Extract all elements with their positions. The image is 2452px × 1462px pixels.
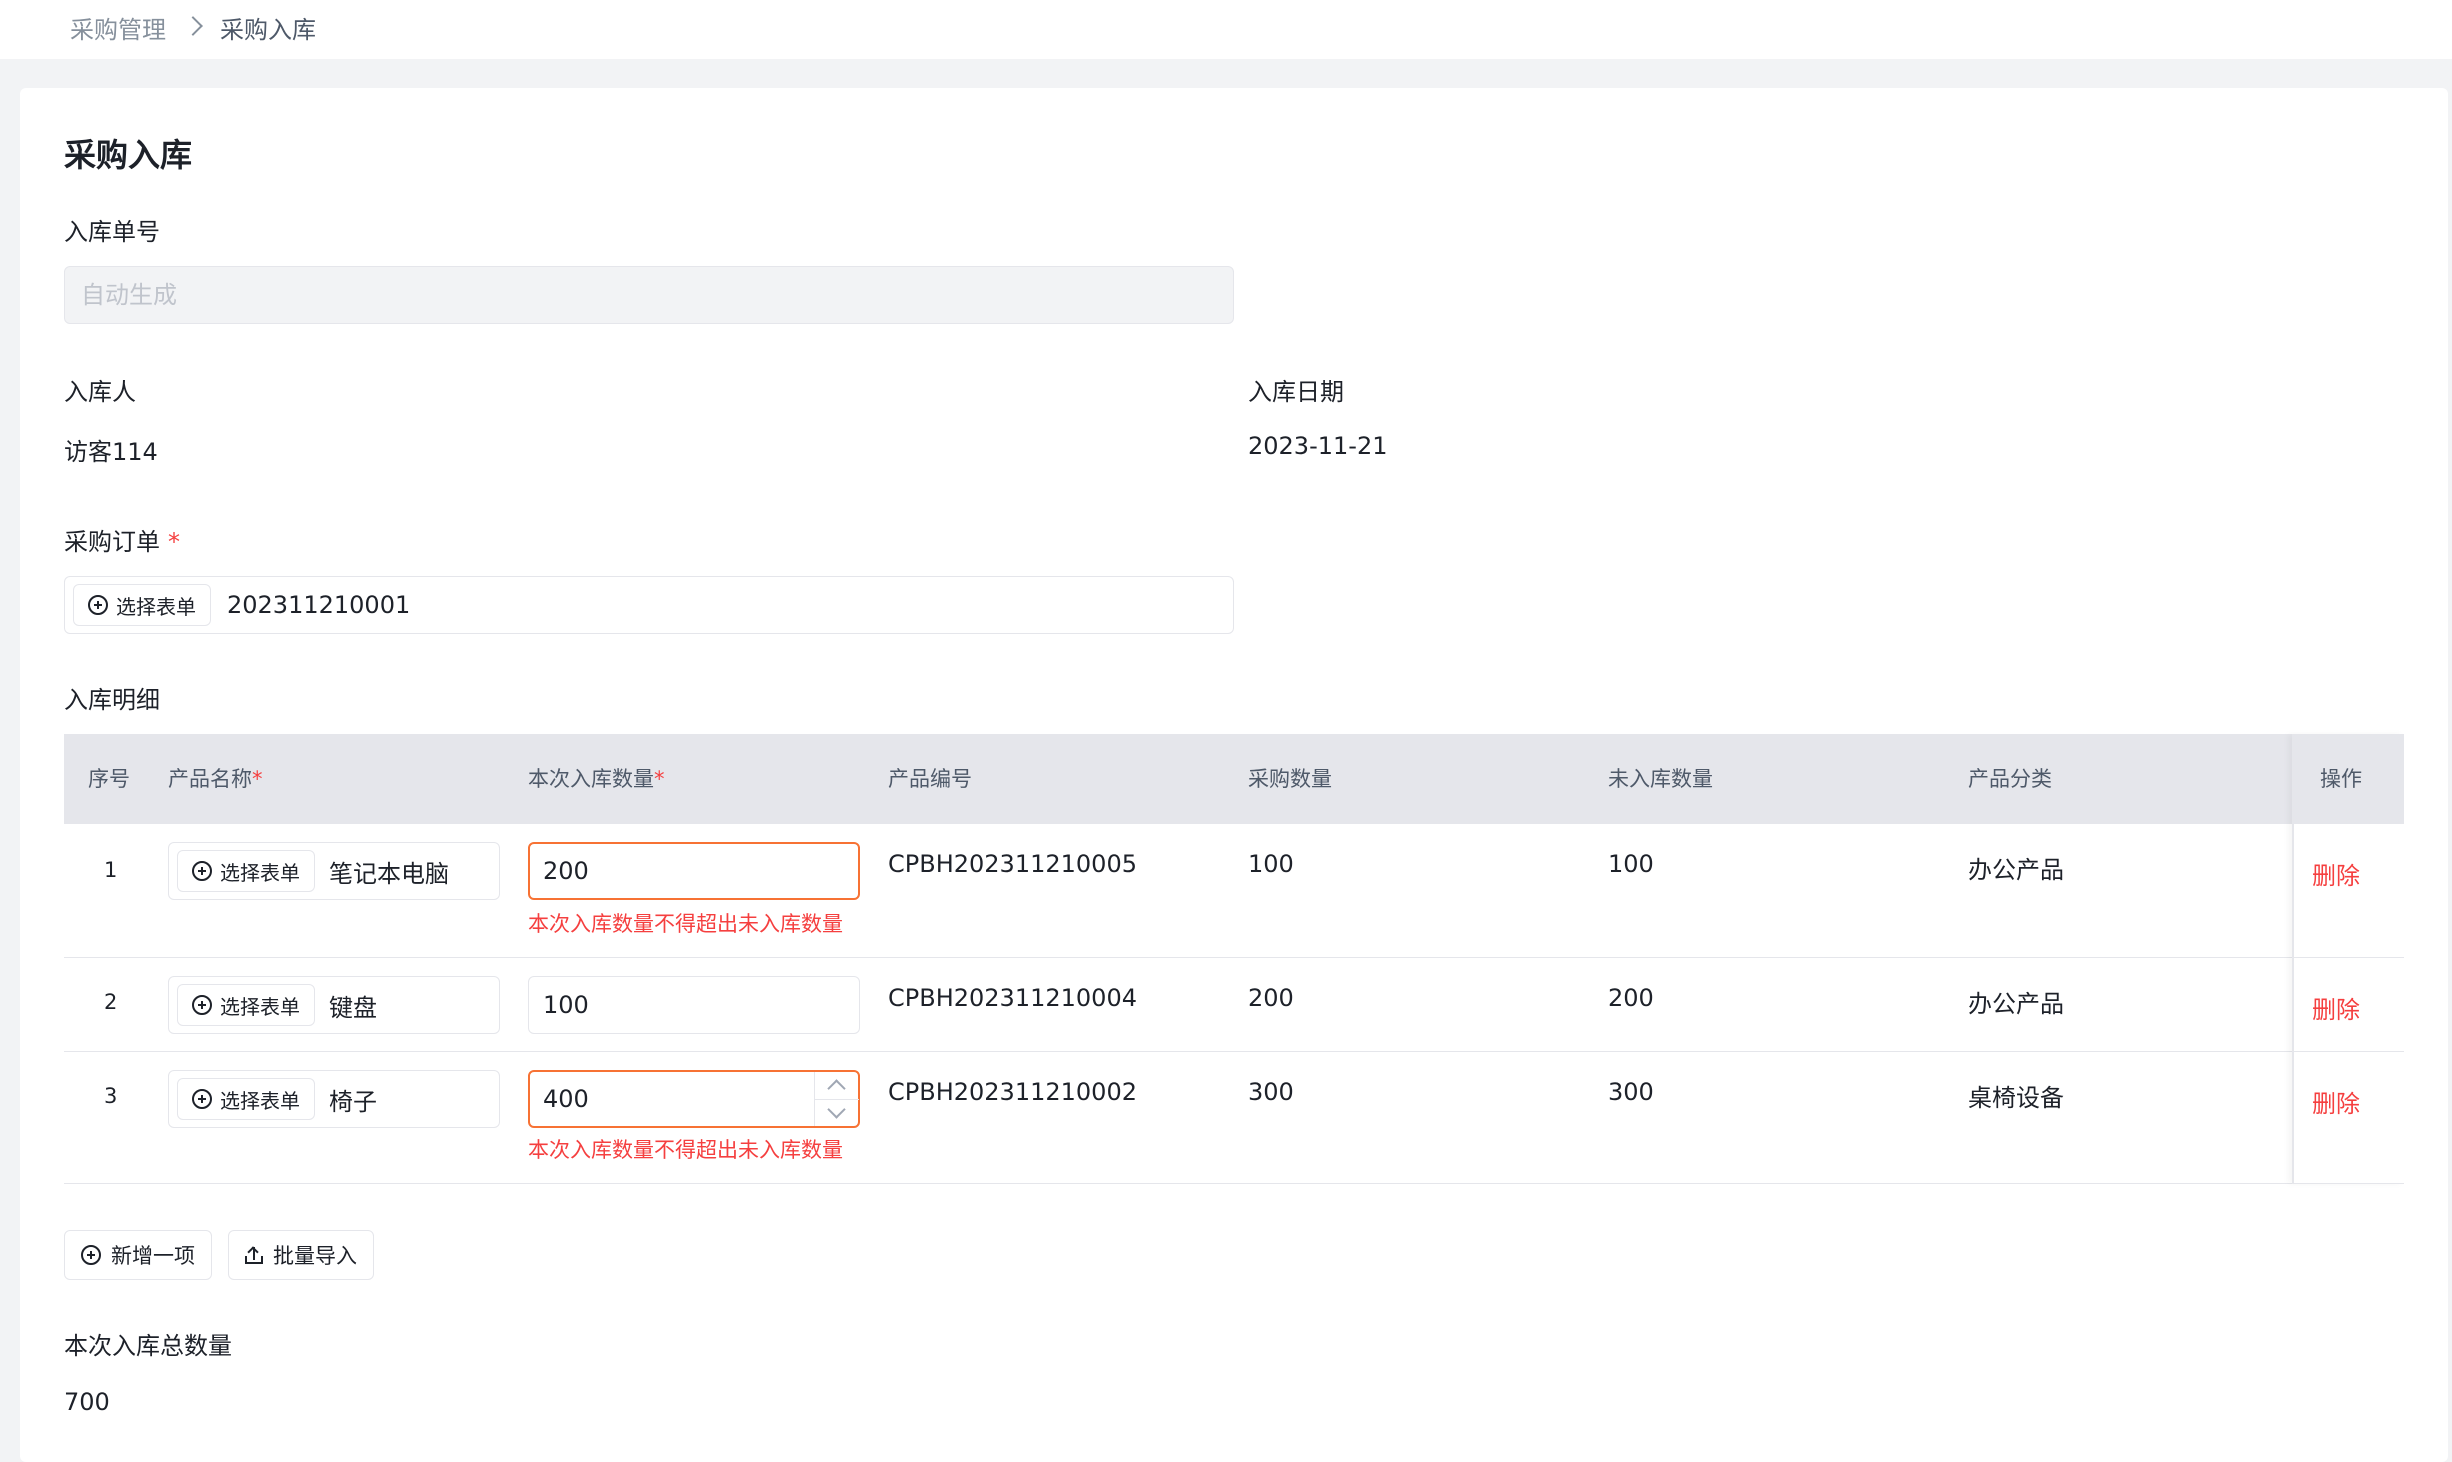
pending-qty: 200	[1608, 984, 1654, 1012]
purchase-qty: 200	[1248, 984, 1294, 1012]
th-purchase-qty: 采购数量	[1248, 767, 1332, 791]
product-category: 桌椅设备	[1968, 1084, 2064, 1112]
product-name-field: 选择表单 椅子	[168, 1070, 500, 1128]
purchase-order-label-text: 采购订单	[64, 528, 160, 556]
th-qty: 本次入库数量*	[528, 734, 665, 824]
required-mark: *	[654, 767, 665, 791]
row-index: 2	[104, 990, 118, 1014]
breadcrumb-parent[interactable]: 采购管理	[70, 10, 166, 45]
stepper-up-button[interactable]	[815, 1072, 859, 1099]
chevron-up-icon	[827, 1079, 846, 1098]
select-product-button-label: 选择表单	[220, 1088, 300, 1113]
purchase-order-value: 202311210001	[227, 591, 411, 619]
top-bar: 采购管理 采购入库	[0, 0, 2452, 59]
select-order-button[interactable]: 选择表单	[73, 584, 211, 626]
qty-input-value: 400	[543, 1085, 589, 1113]
select-order-button-label: 选择表单	[116, 594, 196, 619]
total-qty-label: 本次入库总数量	[64, 1332, 232, 1360]
th-code: 产品编号	[888, 767, 972, 791]
operator-value: 访客114	[64, 438, 158, 466]
date-label: 入库日期	[1248, 378, 1344, 406]
select-product-button[interactable]: 选择表单	[177, 984, 315, 1026]
plus-circle-icon	[192, 1089, 212, 1109]
qty-input[interactable]: 200	[528, 842, 860, 900]
product-code: CPBH202311210005	[888, 850, 1137, 878]
batch-import-button-label: 批量导入	[273, 1244, 357, 1268]
purchase-order-field: 选择表单 202311210001	[64, 576, 1234, 634]
row-index: 1	[104, 858, 118, 882]
qty-error-message: 本次入库数量不得超出未入库数量	[528, 912, 843, 936]
stepper-down-button[interactable]	[815, 1099, 859, 1126]
th-index: 序号	[88, 767, 130, 791]
pending-qty: 100	[1608, 850, 1654, 878]
select-product-button-label: 选择表单	[220, 860, 300, 885]
th-category: 产品分类	[1968, 767, 2052, 791]
select-product-button[interactable]: 选择表单	[177, 850, 315, 892]
plus-circle-icon	[81, 1245, 101, 1265]
form-card: 采购入库 入库单号 自动生成 入库人 访客114 入库日期 2023-11-21…	[20, 88, 2448, 1462]
select-product-button[interactable]: 选择表单	[177, 1078, 315, 1120]
details-label: 入库明细	[64, 686, 160, 714]
add-item-button-label: 新增一项	[111, 1244, 195, 1268]
table-row: 2 选择表单 键盘 100 CPBH202311210004 200 200 办…	[64, 958, 2404, 1052]
purchase-qty: 300	[1248, 1078, 1294, 1106]
table-row: 3 选择表单 椅子 400 本次入库数量不得超出未入库数量 CPBH202311…	[64, 1052, 2404, 1184]
qty-error-message: 本次入库数量不得超出未入库数量	[528, 1138, 843, 1162]
upload-icon	[245, 1246, 263, 1264]
purchase-order-label: 采购订单 *	[64, 522, 180, 557]
table-header: 序号 产品名称* 本次入库数量* 产品编号 采购数量 未入库数量 产品分类 操作	[64, 734, 2404, 824]
pending-qty: 300	[1608, 1078, 1654, 1106]
plus-circle-icon	[88, 595, 108, 615]
th-product-name-text: 产品名称	[168, 767, 252, 791]
receipt-no-input: 自动生成	[64, 266, 1234, 324]
breadcrumb-current: 采购入库	[220, 16, 316, 44]
product-name-field: 选择表单 键盘	[168, 976, 500, 1034]
receipt-no-label: 入库单号	[64, 218, 160, 246]
plus-circle-icon	[192, 995, 212, 1015]
operator-label: 入库人	[64, 378, 136, 406]
th-qty-text: 本次入库数量	[528, 767, 654, 791]
breadcrumb: 采购管理 采购入库	[70, 10, 316, 45]
product-category: 办公产品	[1968, 990, 2064, 1018]
product-code: CPBH202311210004	[888, 984, 1137, 1012]
purchase-qty: 100	[1248, 850, 1294, 878]
product-name-value: 键盘	[329, 993, 377, 1022]
date-value: 2023-11-21	[1248, 432, 1388, 460]
chevron-down-icon	[827, 1100, 846, 1119]
select-product-button-label: 选择表单	[220, 994, 300, 1019]
page-title: 采购入库	[64, 136, 193, 174]
fixed-column-divider	[2292, 734, 2404, 1184]
details-table: 序号 产品名称* 本次入库数量* 产品编号 采购数量 未入库数量 产品分类 操作…	[64, 734, 2404, 1184]
row-index: 3	[104, 1084, 118, 1108]
qty-stepper[interactable]	[814, 1072, 859, 1126]
product-category: 办公产品	[1968, 856, 2064, 884]
th-product-name: 产品名称*	[168, 734, 263, 824]
qty-input[interactable]: 400	[528, 1070, 860, 1128]
plus-circle-icon	[192, 861, 212, 881]
product-name-value: 笔记本电脑	[329, 859, 449, 888]
product-name-value: 椅子	[329, 1087, 377, 1116]
product-code: CPBH202311210002	[888, 1078, 1137, 1106]
total-qty-value: 700	[64, 1388, 110, 1416]
product-name-field: 选择表单 笔记本电脑	[168, 842, 500, 900]
th-pending-qty: 未入库数量	[1608, 767, 1713, 791]
required-mark: *	[168, 528, 180, 556]
batch-import-button[interactable]: 批量导入	[228, 1230, 374, 1280]
chevron-right-icon	[183, 15, 203, 36]
add-item-button[interactable]: 新增一项	[64, 1230, 212, 1280]
qty-input[interactable]: 100	[528, 976, 860, 1034]
required-mark: *	[252, 767, 263, 791]
table-row: 1 选择表单 笔记本电脑 200 本次入库数量不得超出未入库数量 CPBH202…	[64, 824, 2404, 958]
